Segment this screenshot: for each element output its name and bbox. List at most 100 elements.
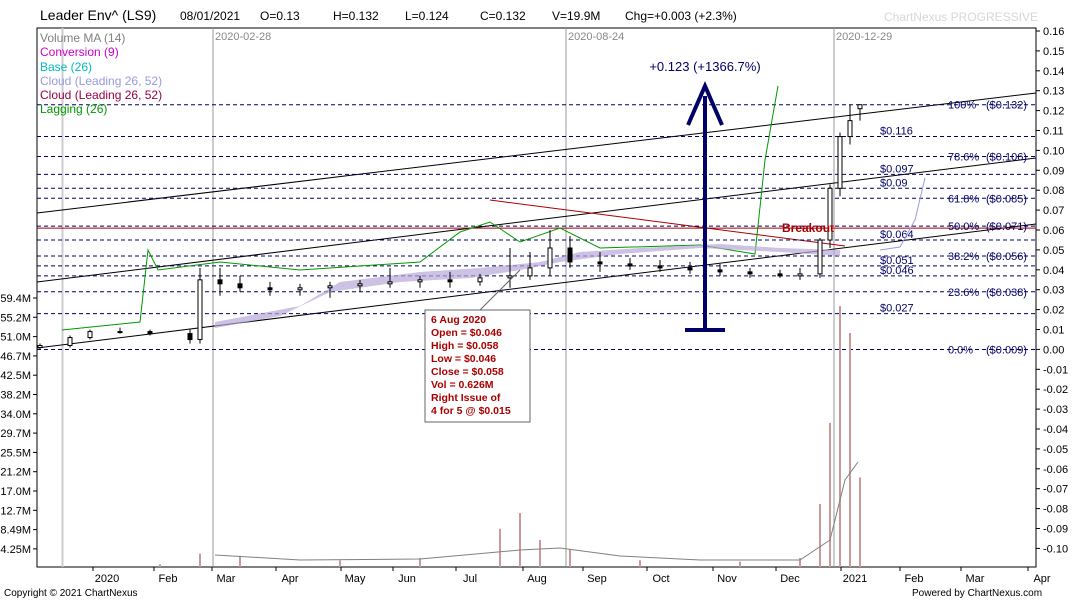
candle-body: [477, 277, 483, 283]
price-tick-label: -0.01: [1043, 364, 1068, 376]
price-tick-label: -0.02: [1043, 384, 1068, 396]
candle-body: [217, 279, 223, 285]
volume-bar: [199, 553, 201, 567]
fib-label: 0.0%: [948, 344, 973, 356]
price-tick-label: 0.12: [1043, 106, 1064, 118]
fib-value: ($0.056): [986, 251, 1027, 263]
volume-bar: [839, 306, 841, 567]
fib-label: 50.0%: [948, 221, 979, 233]
fib-label: 23.6%: [948, 287, 979, 299]
info-box-line: Right Issue of: [431, 392, 501, 404]
candle-body: [837, 136, 843, 189]
x-tick-label: Jul: [463, 573, 477, 585]
x-tick-label: Apr: [1033, 573, 1050, 585]
lagging-line: [61, 85, 779, 331]
candle-body: [417, 279, 423, 283]
fib-value: ($0.132): [986, 100, 1027, 112]
level-label: $0.09: [880, 177, 908, 189]
volume-bar: [519, 513, 521, 567]
candle-body: [387, 281, 393, 285]
date-marker-label: 2020-12-29: [836, 31, 892, 43]
fib-label: 78.6%: [948, 151, 979, 163]
volume-tick-label: 38.2M: [0, 390, 31, 402]
price-tick-label: 0.16: [1043, 26, 1064, 38]
volume-bar: [239, 555, 241, 567]
x-tick-label: Mar: [217, 573, 236, 585]
price-tick-label: -0.08: [1043, 504, 1068, 516]
legend-item-volume-ma: Volume MA (14): [40, 31, 126, 45]
fib-value: ($0.085): [986, 193, 1027, 205]
x-tick-label: 2020: [95, 573, 119, 585]
volume-bar: [159, 564, 161, 567]
price-tick-label: 0.14: [1043, 66, 1064, 78]
candle-body: [657, 265, 663, 269]
volume-tick-label: 55.2M: [0, 312, 31, 324]
candle-body: [117, 331, 123, 334]
candle-body: [357, 283, 363, 287]
volume-tick-label: 21.2M: [0, 467, 31, 479]
volume-tick-label: 42.5M: [0, 370, 31, 382]
price-tick-label: 0.03: [1043, 285, 1064, 297]
candle-body: [747, 271, 753, 275]
volume-tick-label: 29.7M: [0, 428, 31, 440]
candle-body: [597, 261, 603, 265]
fib-label: 61.8%: [948, 193, 979, 205]
candle-body: [87, 331, 93, 339]
volume-bar: [739, 561, 741, 567]
legend-item-lagging: Lagging (26): [40, 102, 108, 117]
plot-frame: [36, 27, 1037, 568]
channel-lower-line: [36, 223, 1037, 349]
candle-body: [297, 287, 303, 291]
info-box-line: Low = $0.046: [431, 353, 496, 365]
legend-item-cloud-1: Cloud (Leading 26, 52): [40, 73, 163, 88]
price-tick-label: -0.06: [1043, 464, 1068, 476]
info-box-line: Open = $0.046: [431, 327, 502, 339]
level-label: $0.116: [880, 126, 913, 138]
date-marker-label: 2020-02-28: [215, 31, 271, 43]
price-tick-label: 0.05: [1043, 245, 1064, 257]
level-label: $0.027: [880, 303, 914, 315]
x-tick-label: May: [345, 573, 366, 585]
legend-item-base: Base (26): [40, 59, 93, 74]
volume-tick-label: 34.0M: [0, 409, 31, 421]
fib-value: ($0.038): [986, 287, 1027, 299]
candle-body: [847, 120, 853, 138]
x-tick-label: Feb: [905, 573, 924, 585]
candle-body: [797, 273, 803, 277]
info-box-line: Close = $0.058: [431, 366, 504, 378]
volume-tick-label: 4.25M: [0, 544, 31, 556]
candle-body: [507, 275, 513, 279]
volume-tick-label: 17.0M: [0, 486, 31, 498]
x-tick-label: Sep: [587, 573, 607, 585]
price-tick-label: -0.07: [1043, 484, 1068, 496]
candle-body: [187, 333, 193, 341]
powered-by: Powered by ChartNexus.com: [912, 588, 1043, 599]
x-tick-label: Aug: [527, 573, 547, 585]
candle-body: [717, 269, 723, 273]
candle-body: [37, 345, 43, 349]
x-tick-label: 2021: [843, 573, 867, 585]
price-tick-label: 0.15: [1043, 46, 1064, 58]
volume-bar: [829, 423, 831, 567]
price-tick-label: 0.09: [1043, 165, 1064, 177]
chart-root: Leader Env^ (LS9) 08/01/2021 O=0.13 H=0.…: [0, 0, 1080, 600]
info-box-line: 6 Aug 2020: [431, 314, 486, 326]
candle-body: [777, 273, 783, 277]
gain-label: +0.123 (+1366.7%): [649, 59, 760, 74]
legend-item-cloud-2: Cloud (Leading 26, 52): [40, 88, 163, 103]
price-tick-label: 0.01: [1043, 325, 1064, 337]
price-tick-label: 0.13: [1043, 86, 1064, 98]
volume-bar: [639, 560, 641, 567]
candle-body: [687, 267, 693, 271]
level-label: $0.097: [880, 163, 914, 175]
x-tick-label: Jun: [398, 573, 416, 585]
price-tick-label: 0.02: [1043, 305, 1064, 317]
fib-value: ($0.106): [986, 151, 1027, 163]
candle-body: [817, 239, 823, 275]
legend: Volume MA (14) Conversion (9) Base (26) …: [40, 31, 162, 117]
candle-body: [447, 279, 453, 283]
candle-body: [197, 279, 203, 341]
candle-body: [237, 283, 243, 289]
x-tick-label: Dec: [780, 573, 800, 585]
breakout-label: Breakout: [782, 221, 834, 235]
